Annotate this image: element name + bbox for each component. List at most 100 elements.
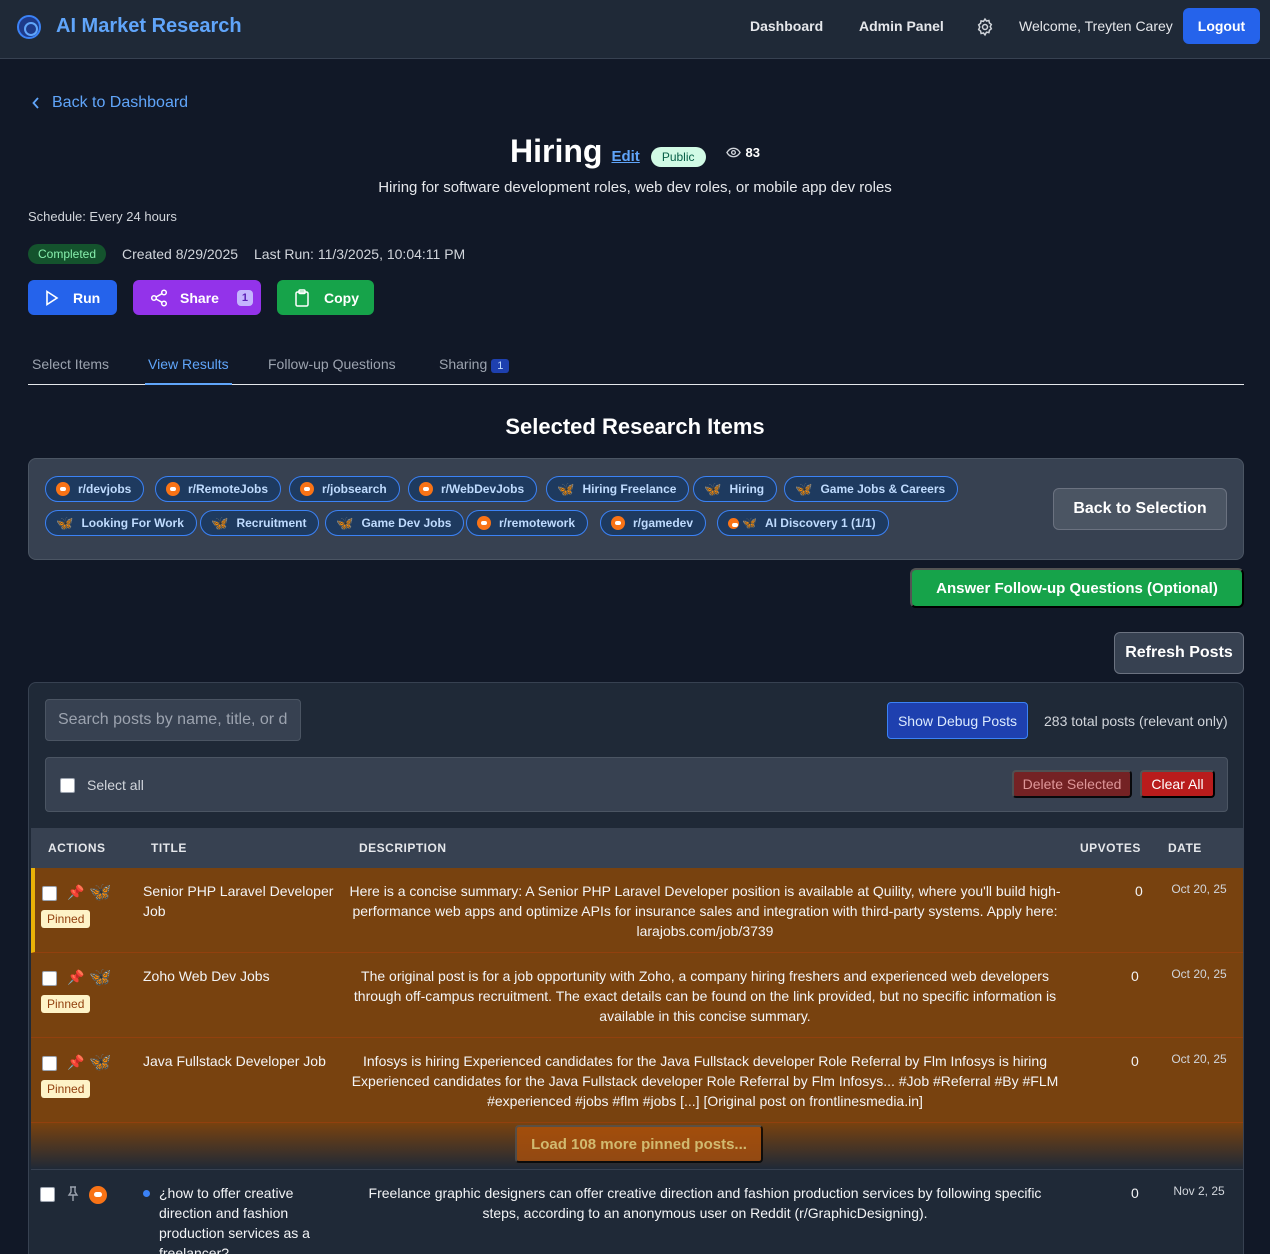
butterfly-icon: 🦋 — [795, 481, 813, 497]
row-date: Oct 20, 25 — [1171, 882, 1227, 896]
eye-icon — [725, 147, 741, 158]
schedule-text: Schedule: Every 24 hours — [28, 209, 177, 224]
share-button[interactable]: Share 1 — [133, 280, 261, 315]
chip-label: r/jobsearch — [322, 482, 387, 496]
butterfly-icon: 🦋 — [56, 515, 74, 531]
butterfly-icon: 🦋 — [704, 481, 722, 497]
last-run: Last Run: 11/3/2025, 10:04:11 PM — [254, 246, 466, 262]
butterfly-icon: 🦋 — [211, 515, 229, 531]
tab-sharing[interactable]: Sharing 1 — [439, 356, 510, 385]
tab-view-results[interactable]: View Results — [145, 356, 232, 385]
select-all[interactable]: Select all — [60, 777, 144, 793]
tab-select-items[interactable]: Select Items — [32, 356, 109, 385]
chip-item[interactable]: r/jobsearch — [289, 476, 400, 502]
row-title[interactable]: Zoho Web Dev Jobs — [143, 966, 338, 986]
pin-icon[interactable]: 📌 — [67, 884, 84, 901]
col-actions: ACTIONS — [48, 841, 106, 855]
chip-item[interactable]: 🦋 Game Jobs & Careers — [784, 476, 959, 502]
view-count-value: 83 — [745, 145, 760, 160]
row-checkbox[interactable] — [42, 886, 57, 901]
copy-button[interactable]: Copy — [277, 280, 374, 315]
select-all-checkbox[interactable] — [60, 777, 75, 793]
load-more-pinned-button[interactable]: Load 108 more pinned posts... — [515, 1125, 763, 1163]
row-title[interactable]: Senior PHP Laravel Developer Job — [143, 881, 338, 921]
nav-admin-panel-link[interactable]: Admin Panel — [859, 18, 944, 34]
chip-item[interactable]: r/RemoteJobs — [155, 476, 282, 502]
show-debug-posts-button[interactable]: Show Debug Posts — [887, 702, 1028, 739]
chip-item[interactable]: r/devjobs — [45, 476, 145, 502]
chip-item[interactable]: 🦋 Looking For Work — [45, 510, 197, 536]
tab-sharing-label: Sharing — [439, 356, 488, 372]
table-row[interactable]: ¿how to offer creative direction and fas… — [31, 1169, 1243, 1254]
nav-dashboard-link[interactable]: Dashboard — [750, 18, 823, 34]
row-description: Here is a concise summary: A Senior PHP … — [349, 883, 1061, 939]
back-to-selection-button[interactable]: Back to Selection — [1053, 488, 1227, 530]
pin-icon[interactable]: 📌 — [67, 969, 84, 986]
chip-item[interactable]: 🦋 Game Dev Jobs — [325, 510, 465, 536]
chip-label: Hiring — [729, 482, 765, 496]
share-icon — [150, 288, 168, 307]
chip-label: r/WebDevJobs — [441, 482, 525, 496]
table-row[interactable]: 📌 🦋 Pinned Java Fullstack Developer Job … — [31, 1038, 1243, 1123]
row-description: Freelance graphic designers can offer cr… — [368, 1185, 1042, 1221]
chip-label: r/RemoteJobs — [188, 482, 269, 496]
table-row[interactable]: 📌 🦋 Pinned Zoho Web Dev Jobs The origina… — [31, 953, 1243, 1038]
pinned-badge: Pinned — [41, 1080, 91, 1098]
row-upvotes: 0 — [1131, 1053, 1139, 1069]
refresh-posts-button[interactable]: Refresh Posts — [1114, 632, 1244, 674]
status-badge: Completed — [28, 244, 107, 264]
row-title[interactable]: Java Fullstack Developer Job — [143, 1051, 338, 1071]
chip-label: Recruitment — [236, 516, 307, 530]
answer-follow-up-button[interactable]: Answer Follow-up Questions (Optional) — [910, 568, 1244, 608]
row-date: Nov 2, 25 — [1173, 1184, 1225, 1198]
row-checkbox[interactable] — [42, 971, 57, 986]
pin-icon[interactable] — [67, 1186, 79, 1202]
chip-item[interactable]: 🦋 AI Discovery 1 (1/1) — [717, 510, 889, 536]
search-posts-input[interactable] — [45, 699, 301, 741]
reddit-icon — [300, 482, 314, 496]
research-description: Hiring for software development roles, w… — [378, 179, 892, 196]
butterfly-icon: 🦋 — [89, 967, 112, 987]
page-title: Hiring — [510, 133, 603, 169]
back-to-dashboard-link[interactable]: Back to Dashboard — [32, 94, 188, 112]
row-title[interactable]: ¿how to offer creative direction and fas… — [159, 1183, 329, 1254]
edit-link[interactable]: Edit — [611, 148, 639, 165]
chip-item[interactable]: r/remotework — [466, 510, 589, 536]
pin-icon[interactable]: 📌 — [67, 1054, 84, 1071]
row-upvotes: 0 — [1135, 883, 1143, 899]
tab-follow-up-questions[interactable]: Follow-up Questions — [268, 356, 396, 385]
row-checkbox[interactable] — [40, 1187, 55, 1202]
col-description: DESCRIPTION — [359, 841, 447, 855]
reddit-icon — [611, 516, 625, 530]
status-row: Completed Created 8/29/2025 Last Run: 11… — [28, 244, 465, 264]
reddit-icon — [728, 517, 739, 529]
chip-label: Looking For Work — [81, 516, 184, 530]
butterfly-icon: 🦋 — [557, 481, 575, 497]
reddit-icon — [56, 482, 70, 496]
delete-selected-button[interactable]: Delete Selected — [1012, 770, 1132, 798]
share-label: Share — [180, 289, 219, 306]
gear-icon[interactable] — [975, 17, 995, 37]
chip-item[interactable]: 🦋 Hiring — [693, 476, 778, 502]
research-header: Hiring Edit Public 83 — [0, 133, 1270, 170]
chip-item[interactable]: r/gamedev — [600, 510, 707, 536]
run-label: Run — [73, 289, 101, 306]
chip-label: r/devjobs — [78, 482, 132, 496]
chip-item[interactable]: r/WebDevJobs — [408, 476, 538, 502]
table-row[interactable]: 📌 🦋 Pinned Senior PHP Laravel Developer … — [31, 868, 1243, 953]
col-date: DATE — [1168, 841, 1202, 855]
chip-item[interactable]: 🦋 Recruitment — [200, 510, 320, 536]
clipboard-icon — [295, 288, 309, 307]
clear-all-button[interactable]: Clear All — [1140, 770, 1215, 798]
chip-item[interactable]: 🦋 Hiring Freelance — [546, 476, 690, 502]
butterfly-icon: 🦋 — [89, 1052, 112, 1072]
row-upvotes: 0 — [1131, 968, 1139, 984]
app-title[interactable]: AI Market Research — [56, 15, 242, 38]
row-checkbox[interactable] — [42, 1056, 57, 1071]
chip-label: r/remotework — [499, 516, 576, 530]
section-title: Selected Research Items — [505, 414, 765, 439]
reddit-icon — [89, 1186, 107, 1204]
posts-panel: Show Debug Posts 283 total posts (releva… — [28, 682, 1244, 1254]
run-button[interactable]: Run — [28, 280, 117, 315]
logout-button[interactable]: Logout — [1183, 8, 1260, 44]
